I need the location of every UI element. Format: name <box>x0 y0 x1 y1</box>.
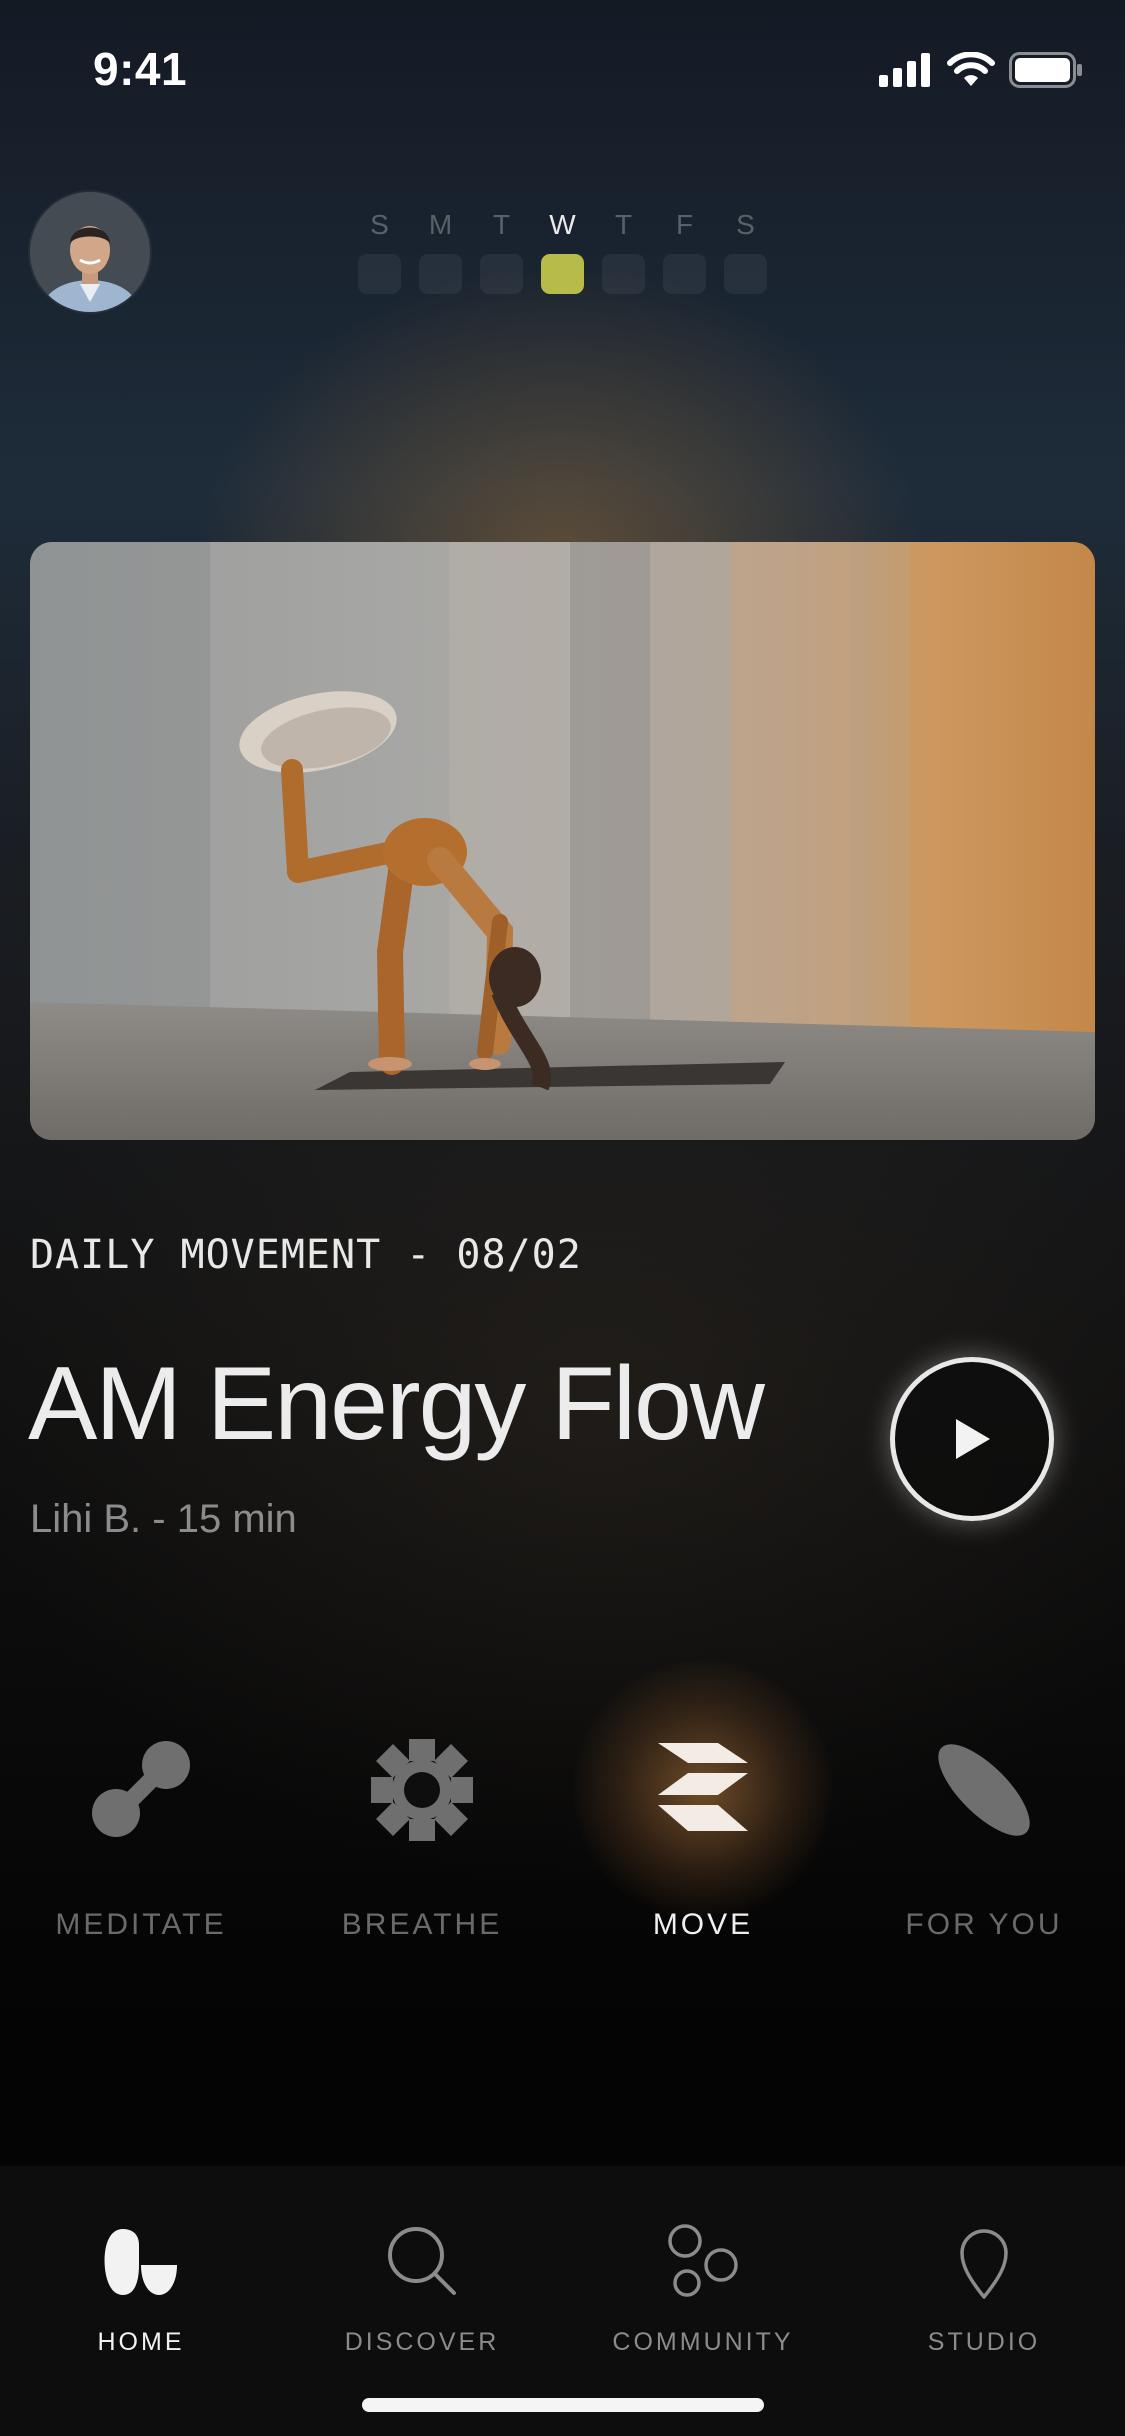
day-letter: T <box>614 209 633 240</box>
category-label: MEDITATE <box>55 1908 227 1941</box>
day-friday: F <box>663 206 706 294</box>
day-wednesday: W <box>541 206 584 294</box>
status-icons <box>879 52 1083 88</box>
featured-subtitle: Lihi B. - 15 min <box>30 1497 297 1541</box>
day-letter: W <box>549 209 576 240</box>
home-indicator[interactable] <box>362 2398 764 2412</box>
wifi-icon <box>947 52 995 86</box>
day-saturday: S <box>724 206 767 294</box>
day-tuesday: T <box>480 206 523 294</box>
battery-icon <box>1009 52 1082 88</box>
for-you-icon <box>914 1720 1054 1860</box>
play-icon <box>956 1419 990 1459</box>
featured-video-thumbnail[interactable] <box>30 542 1095 1140</box>
day-letter: S <box>736 209 755 240</box>
tab-community[interactable]: COMMUNITY <box>562 2216 844 2357</box>
day-indicator <box>419 254 462 294</box>
category-move[interactable]: MOVE <box>562 1660 844 1942</box>
move-icon <box>573 1660 833 1920</box>
day-monday: M <box>419 206 462 294</box>
day-indicator <box>663 254 706 294</box>
day-sunday: S <box>358 206 401 294</box>
yoga-scene-image <box>30 542 1095 1140</box>
category-selector: MEDITATE BREATHE MOVE FOR YOU <box>0 1660 1125 2020</box>
tab-studio[interactable]: STUDIO <box>843 2216 1125 2357</box>
breathe-icon <box>352 1720 492 1860</box>
tab-label: COMMUNITY <box>612 2328 794 2356</box>
category-for-you[interactable]: FOR YOU <box>843 1720 1125 1942</box>
category-label: MOVE <box>652 1908 754 1941</box>
day-indicator-active <box>541 254 584 294</box>
day-letter: T <box>492 209 511 240</box>
category-meditate[interactable]: MEDITATE <box>0 1720 282 1942</box>
home-icon <box>101 2216 181 2306</box>
play-button[interactable] <box>890 1357 1054 1521</box>
tab-home[interactable]: HOME <box>0 2216 282 2357</box>
signal-icon <box>879 53 930 87</box>
tab-label: DISCOVER <box>344 2328 500 2356</box>
tab-label: STUDIO <box>927 2328 1041 2356</box>
day-indicator <box>724 254 767 294</box>
category-breathe[interactable]: BREATHE <box>281 1720 563 1942</box>
tab-label: HOME <box>97 2328 185 2356</box>
category-label: BREATHE <box>341 1908 503 1941</box>
day-letter: M <box>428 209 453 240</box>
week-tracker: S M T W T F S <box>358 206 767 294</box>
day-indicator <box>358 254 401 294</box>
day-letter: F <box>675 209 694 240</box>
category-label: FOR YOU <box>905 1908 1063 1941</box>
avatar-image <box>30 192 150 312</box>
tab-bar: HOME DISCOVER COMMUNITY STUDIO <box>0 2166 1125 2436</box>
location-pin-icon <box>944 2216 1024 2306</box>
community-icon <box>663 2216 743 2306</box>
featured-title: AM Energy Flow <box>28 1346 765 1462</box>
profile-avatar[interactable] <box>30 192 150 312</box>
tab-discover[interactable]: DISCOVER <box>281 2216 563 2357</box>
featured-eyebrow: DAILY MOVEMENT - 08/02 <box>30 1232 582 1278</box>
search-icon <box>382 2216 462 2306</box>
day-thursday: T <box>602 206 645 294</box>
meditate-icon <box>71 1720 211 1860</box>
status-time: 9:41 <box>93 43 188 95</box>
day-indicator <box>602 254 645 294</box>
day-indicator <box>480 254 523 294</box>
day-letter: S <box>370 209 389 240</box>
